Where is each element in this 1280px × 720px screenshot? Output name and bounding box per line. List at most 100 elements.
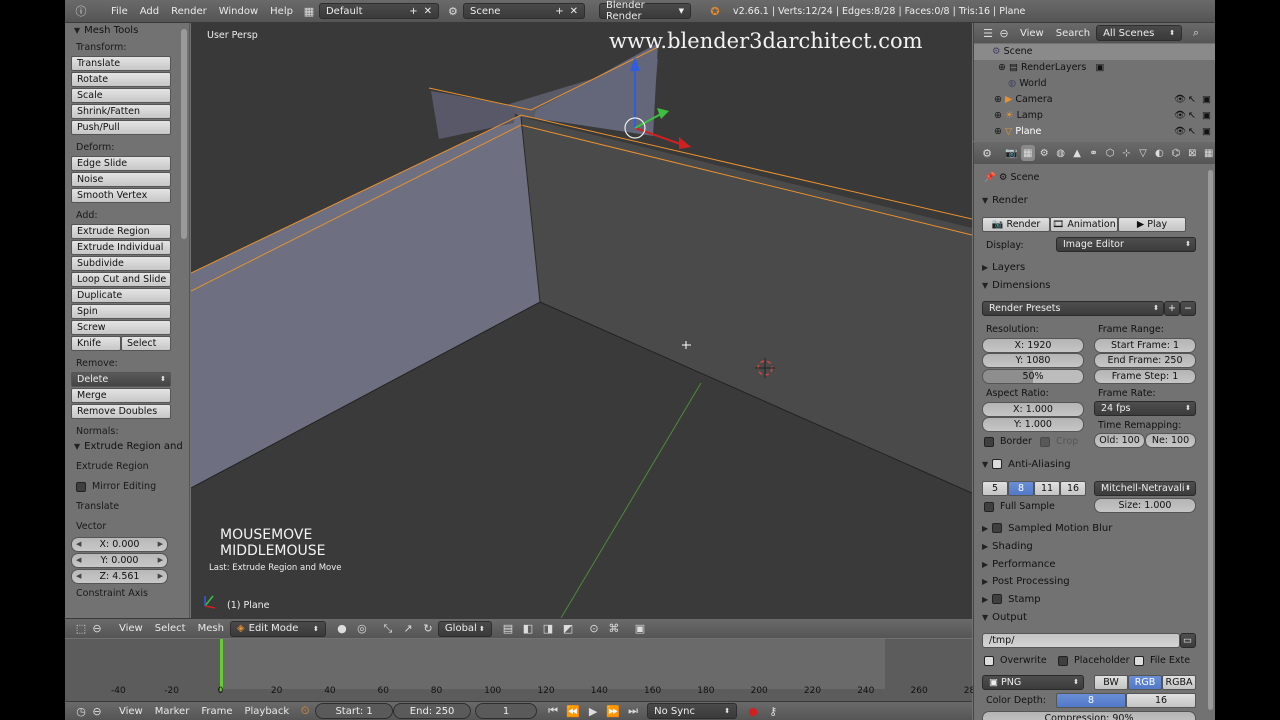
menu-view[interactable]: View — [1020, 28, 1044, 39]
outliner-item-plane[interactable]: ⊕ ▽ Plane 👁 ↖ ▣ — [974, 124, 1215, 140]
duplicate-button[interactable]: Duplicate — [71, 288, 171, 303]
display-mode-dropdown[interactable]: All Scenes ⬍ — [1096, 25, 1183, 41]
aa-samples-16[interactable]: 16 — [1060, 481, 1086, 496]
resolution-percent-slider[interactable]: 50% — [982, 369, 1084, 384]
visibility-eye-icon[interactable]: 👁 — [1174, 124, 1186, 140]
filter-size-field[interactable]: Size: 1.000 — [1094, 498, 1196, 513]
pivot-icon[interactable]: ◎ — [352, 621, 372, 637]
current-frame-cursor[interactable] — [220, 639, 223, 691]
render-camera-icon[interactable]: ▣ — [1202, 92, 1211, 108]
add-layout-icon[interactable]: + — [409, 6, 417, 17]
color-depth-16[interactable]: 16 — [1126, 693, 1196, 708]
menu-render[interactable]: Render — [171, 6, 207, 17]
color-rgb-button[interactable]: RGB — [1128, 675, 1162, 690]
3d-viewport[interactable]: User Persp www.blender3darchitect.com MO… — [191, 23, 972, 618]
menu-marker[interactable]: Marker — [155, 706, 190, 717]
resolution-y-field[interactable]: Y: 1080 — [982, 353, 1084, 368]
editor-type-icon[interactable]: ⚙ — [978, 145, 996, 161]
data-tab-icon[interactable]: ⬡ — [1103, 145, 1117, 161]
render-presets-dropdown[interactable]: Render Presets ⬍ — [982, 301, 1164, 316]
layers-panel-header[interactable]: ▶ Layers — [982, 262, 1025, 273]
vertex-select-icon[interactable]: ◧ — [518, 621, 538, 637]
aspect-x-field[interactable]: X: 1.000 — [982, 402, 1084, 417]
full-sample-checkbox[interactable]: Full Sample — [984, 501, 1055, 512]
translate-button[interactable]: Translate — [71, 56, 171, 71]
merge-button[interactable]: Merge — [71, 388, 171, 403]
y-arrow-icon[interactable] — [657, 108, 669, 119]
animation-button[interactable]: 🎞 Animation — [1050, 217, 1118, 232]
collapse-menu-icon[interactable]: ⊖ — [998, 25, 1010, 41]
resolution-x-field[interactable]: X: 1920 — [982, 338, 1084, 353]
outliner-item-world[interactable]: ◍ World — [974, 76, 1215, 92]
face-select-icon[interactable]: ◩ — [558, 621, 578, 637]
physics-tab-icon[interactable]: ⌬ — [1169, 145, 1183, 161]
collapse-menu-icon[interactable]: ⊖ — [91, 703, 103, 719]
loop-cut-button[interactable]: Loop Cut and Slide — [71, 272, 171, 287]
scene-icon[interactable]: ⚙ — [443, 3, 463, 19]
proportional-edit-icon[interactable]: ⊙ — [584, 621, 604, 637]
file-format-dropdown[interactable]: ▣ PNG ⬍ — [982, 675, 1084, 690]
compression-slider[interactable]: Compression: 90% — [982, 711, 1196, 720]
editor-type-icon[interactable]: ⬚ — [71, 621, 91, 637]
remap-old-field[interactable]: Old: 100 — [1094, 433, 1145, 448]
shading-icon[interactable]: ● — [332, 621, 352, 637]
menu-help[interactable]: Help — [270, 6, 293, 17]
object-tab-icon[interactable]: ◍ — [1053, 145, 1067, 161]
x-arrow-icon[interactable] — [679, 137, 691, 149]
render-button[interactable]: 📷 Render — [982, 217, 1050, 232]
fps-dropdown[interactable]: 24 fps ⬍ — [1094, 401, 1196, 416]
checkbox-checked-icon[interactable] — [992, 459, 1003, 469]
sync-dropdown[interactable]: No Sync ⬍ — [647, 703, 738, 719]
editor-type-icon[interactable]: ☰ — [978, 25, 998, 41]
snap-icon[interactable]: ⌘ — [604, 621, 624, 637]
mirror-editing-checkbox[interactable]: Mirror Editing — [65, 477, 189, 497]
tool-shelf-scrollbar[interactable] — [181, 29, 187, 239]
current-frame-field[interactable]: 1 — [475, 703, 538, 719]
motion-blur-panel-header[interactable]: ▶ Sampled Motion Blur — [982, 523, 1112, 534]
properties-scrollbar[interactable] — [1208, 170, 1213, 710]
menu-select[interactable]: Select — [155, 623, 186, 634]
overwrite-checkbox[interactable]: Overwrite — [984, 655, 1047, 666]
vector-x-field[interactable]: ◀ X: 0.000 ▶ — [71, 537, 168, 552]
stamp-panel-header[interactable]: ▶ Stamp — [982, 594, 1041, 605]
crop-checkbox[interactable]: Crop — [1040, 436, 1078, 447]
operator-panel-header[interactable]: ▼ Extrude Region and — [65, 439, 189, 455]
shrink-fatten-button[interactable]: Shrink/Fatten — [71, 104, 171, 119]
color-rgba-button[interactable]: RGBA — [1162, 675, 1196, 690]
aa-samples-8[interactable]: 8 — [1008, 481, 1034, 496]
play-button[interactable]: ▶ Play — [1118, 217, 1186, 232]
outliner-item-renderlayers[interactable]: ⊕ ▤ RenderLayers ▣ — [974, 60, 1215, 76]
menu-file[interactable]: File — [111, 6, 128, 17]
collapse-menu-icon[interactable]: ⊖ — [91, 621, 103, 637]
record-icon[interactable]: ● — [743, 703, 763, 719]
render-preview-icon[interactable]: ▣ — [630, 621, 650, 637]
remap-new-field[interactable]: Ne: 100 — [1145, 433, 1196, 448]
remove-layout-icon[interactable]: ✕ — [424, 6, 432, 17]
modifiers-tab-icon[interactable]: ⚭ — [1086, 145, 1100, 161]
frame-ruler[interactable]: -40 -20 0 20 40 60 80 100 120 140 160 180 200 220 240 2… — [65, 686, 981, 700]
menu-playback[interactable]: Playback — [244, 706, 289, 717]
start-frame-field[interactable]: Start: 1 — [315, 703, 394, 719]
object-data-icon[interactable]: ⊠ — [1185, 145, 1199, 161]
keying-set-icon[interactable]: ⚷ — [763, 703, 783, 719]
knife-button[interactable]: Knife — [71, 336, 121, 351]
color-depth-8[interactable]: 8 — [1056, 693, 1126, 708]
output-panel-header[interactable]: ▼ Output — [982, 612, 1027, 623]
noise-button[interactable]: Noise — [71, 172, 171, 187]
aspect-y-field[interactable]: Y: 1.000 — [982, 417, 1084, 432]
visibility-eye-icon[interactable]: 👁 — [1174, 108, 1186, 124]
orientation-dropdown[interactable]: Global ⬍ — [437, 620, 492, 637]
anti-aliasing-panel-header[interactable]: ▼ Anti-Aliasing — [982, 459, 1071, 470]
render-engine-dropdown[interactable]: Blender Render ▼ — [598, 0, 691, 22]
start-frame-field[interactable]: Start Frame: 1 — [1094, 338, 1196, 353]
translate-icon[interactable]: ↗ — [398, 621, 418, 637]
menu-view[interactable]: View — [119, 706, 143, 717]
render-panel-header[interactable]: ▼ Render — [982, 195, 1028, 206]
display-dropdown[interactable]: Image Editor ⬍ — [1056, 237, 1196, 252]
manipulator-toggle-icon[interactable]: ⤡ — [378, 621, 398, 637]
search-icon[interactable]: ⌕ — [1186, 25, 1206, 41]
jump-start-icon[interactable]: ⏮ — [543, 703, 563, 719]
layout-field[interactable]: Default + ✕ — [318, 3, 439, 19]
render-camera-icon[interactable]: ▣ — [1202, 108, 1211, 124]
subdivide-button[interactable]: Subdivide — [71, 256, 171, 271]
